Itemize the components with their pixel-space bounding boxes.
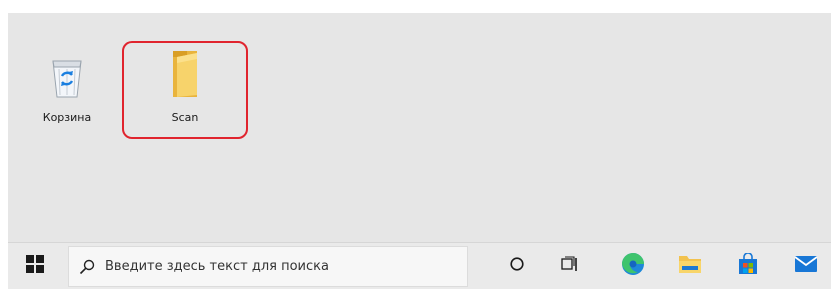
task-view-icon: [561, 256, 579, 276]
desktop-icon-scan-folder[interactable]: Scan: [146, 49, 224, 124]
store-icon: [737, 252, 759, 279]
task-view-button[interactable]: [548, 243, 592, 289]
store-button[interactable]: [726, 243, 770, 289]
taskbar: Введите здесь текст для поиска: [8, 242, 831, 289]
file-explorer-icon: [678, 253, 702, 279]
desktop-icon-recycle-bin[interactable]: Корзина: [28, 55, 106, 124]
edge-button[interactable]: [611, 243, 655, 289]
search-placeholder: Введите здесь текст для поиска: [105, 259, 329, 274]
search-icon: [69, 259, 105, 275]
mail-button[interactable]: [784, 243, 828, 289]
cortana-icon: [509, 256, 525, 276]
recycle-bin-icon: [50, 55, 84, 103]
cortana-button[interactable]: [495, 243, 539, 289]
recycle-bin-label: Корзина: [42, 111, 92, 124]
folder-icon: [167, 49, 203, 103]
desktop-area: Корзина Scan: [8, 13, 831, 242]
scan-folder-label: Scan: [171, 111, 199, 124]
start-button[interactable]: [8, 243, 62, 289]
file-explorer-button[interactable]: [668, 243, 712, 289]
taskbar-search-box[interactable]: Введите здесь текст для поиска: [68, 246, 468, 287]
edge-icon: [620, 251, 646, 281]
windows-logo-icon: [26, 255, 44, 277]
windows-desktop-screen: Корзина Scan Введите здесь текст для пои…: [8, 13, 831, 289]
mail-icon: [794, 254, 818, 278]
